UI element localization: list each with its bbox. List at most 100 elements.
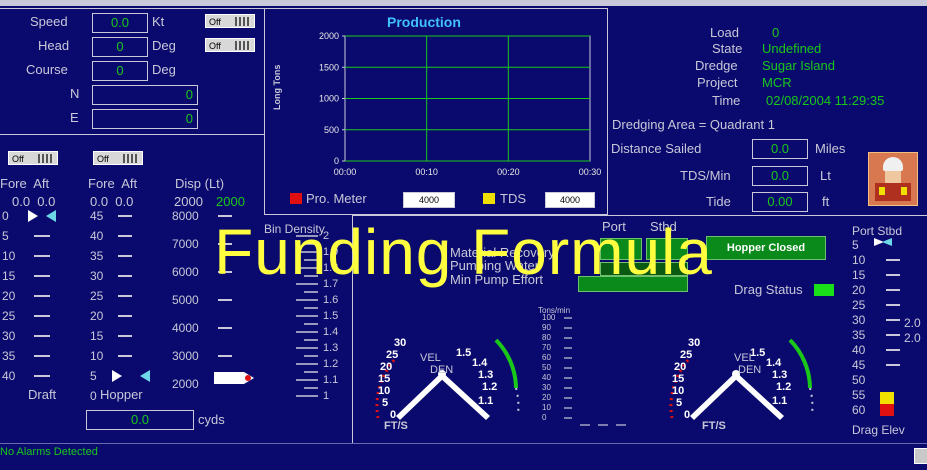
y-tick-label: 1000 xyxy=(319,94,339,104)
speed-toggle-label: Off xyxy=(209,17,221,27)
density-tick-label: 1.1 xyxy=(478,395,493,407)
tds-legend: TDS xyxy=(500,191,526,206)
bin-density-tick: 1.6 xyxy=(323,294,339,306)
tons-tick: 30 xyxy=(542,383,551,392)
project-label: Project xyxy=(697,75,738,90)
bin-density-tick: 1.2 xyxy=(323,358,339,370)
x-tick-label: 00:10 xyxy=(415,167,438,177)
hopper-toggle[interactable]: Off xyxy=(93,151,143,165)
port-den-label: DEN xyxy=(430,364,454,376)
course-field[interactable]: 0 xyxy=(92,61,148,81)
tds-scale-field[interactable]: 4000 xyxy=(545,192,595,208)
hopper-tick: 25 xyxy=(90,289,104,303)
drag-elev-label: Drag Elev xyxy=(852,423,905,437)
tide-field[interactable]: 0.00 xyxy=(752,192,808,212)
dredging-area: Dredging Area = Quadrant 1 xyxy=(612,117,775,132)
port-fts-label: FT/S xyxy=(384,420,408,432)
distance-unit: Miles xyxy=(815,141,846,156)
hopper-fore-marker-icon xyxy=(112,370,122,382)
distance-field[interactable]: 0.0 xyxy=(752,139,808,159)
drag-tick: 30 xyxy=(852,313,866,327)
pro-meter-scale-field[interactable]: 4000 xyxy=(403,192,455,208)
tons-tick: 100 xyxy=(542,313,556,322)
toggle-switch-icon xyxy=(235,41,251,50)
density-arc xyxy=(494,338,518,389)
density-tick-label: 1.3 xyxy=(478,369,493,381)
x-tick-label: 00:30 xyxy=(579,167,602,177)
draft-toggle[interactable]: Off xyxy=(8,151,58,165)
hopper-tick: 20 xyxy=(90,309,104,323)
disp-tick: 4000 xyxy=(172,321,199,335)
production-ylabel: Long Tons xyxy=(272,64,282,110)
velocity-tick-label: 10 xyxy=(672,385,684,397)
pro-meter-legend: Pro. Meter xyxy=(306,191,367,206)
alarm-status: No Alarms Detected xyxy=(0,446,98,458)
density-arc-ticks xyxy=(515,387,520,415)
disp-tick: 2000 xyxy=(172,377,199,391)
draft-fore-aft: Fore Aft xyxy=(0,176,50,191)
drag-tick: 50 xyxy=(852,373,866,387)
velocity-tick-label: 15 xyxy=(672,373,684,385)
drag-value-1: 2.0 xyxy=(904,316,921,330)
footer-icon[interactable] xyxy=(914,448,927,464)
tons-tick: 50 xyxy=(542,363,551,372)
y-tick-label: 500 xyxy=(324,125,339,135)
drag-value-2: 2.0 xyxy=(904,331,921,345)
tds-min-field[interactable]: 0.0 xyxy=(752,166,808,186)
speed-field[interactable]: 0.0 xyxy=(92,13,148,33)
velocity-needle xyxy=(690,372,740,420)
velocity-tick-label: 15 xyxy=(378,373,390,385)
dredge-label: Dredge xyxy=(695,58,738,73)
velocity-tick-label: 30 xyxy=(688,337,700,349)
head-toggle-label: Off xyxy=(209,41,221,51)
draft-tick: 35 xyxy=(2,349,16,363)
overlay-title: Funding Formula xyxy=(214,216,713,288)
hopper-fore-aft: Fore Aft xyxy=(88,176,138,191)
hopper-label: Hopper xyxy=(100,387,143,402)
velocity-tick-label: 0 xyxy=(684,409,690,421)
distance-label: Distance Sailed xyxy=(611,141,702,156)
n-field[interactable]: 0 xyxy=(92,85,198,105)
density-tick-label: 1.4 xyxy=(766,357,782,369)
tons-min-ticks xyxy=(564,317,626,426)
head-toggle[interactable]: Off xyxy=(205,38,255,52)
bin-density-tick: 1.3 xyxy=(323,342,339,354)
velocity-tick-label: 25 xyxy=(680,349,692,361)
bin-density-tick: 1.1 xyxy=(323,374,339,386)
status-bar xyxy=(0,443,927,470)
disp-label: Disp (Lt) xyxy=(175,176,225,191)
x-tick-label: 00:20 xyxy=(497,167,520,177)
tons-tick: 90 xyxy=(542,323,551,332)
speed-toggle[interactable]: Off xyxy=(205,14,255,28)
hopper-tick: 15 xyxy=(90,329,104,343)
hopper-aft-marker-icon xyxy=(140,370,150,382)
stbd-fts-label: FT/S xyxy=(702,420,726,432)
course-unit: Deg xyxy=(152,62,176,77)
drag-tick: 25 xyxy=(852,298,866,312)
port-vel-den-gauge: 3025201510501.51.41.31.21.1 xyxy=(375,337,520,421)
head-field[interactable]: 0 xyxy=(92,37,148,57)
cyds-field[interactable]: 0.0 xyxy=(86,410,194,430)
toggle-switch-icon xyxy=(38,154,54,163)
velocity-tick-label: 10 xyxy=(378,385,390,397)
e-field[interactable]: 0 xyxy=(92,109,198,129)
state-value: Undefined xyxy=(762,41,822,56)
tons-tick: 60 xyxy=(542,353,551,362)
drag-tick: 60 xyxy=(852,403,866,417)
pro-meter-swatch xyxy=(290,193,302,204)
drag-tick: 45 xyxy=(852,358,866,372)
draft-tick: 30 xyxy=(2,329,16,343)
density-arc-ticks xyxy=(809,387,814,415)
project-value: MCR xyxy=(762,75,792,90)
speed-label: Speed xyxy=(30,14,68,29)
dredge-value: Sugar Island xyxy=(762,58,835,73)
tons-tick: 80 xyxy=(542,333,551,342)
hopper-tick: 10 xyxy=(90,349,104,363)
cyds-unit: cyds xyxy=(198,412,225,427)
velocity-tick-label: 25 xyxy=(386,349,398,361)
e-label: E xyxy=(70,110,79,125)
time-value: 02/08/2004 11:29:35 xyxy=(766,93,885,108)
stbd-vel-den-gauge: 3025201510501.51.41.31.21.1 xyxy=(669,337,814,421)
tds-min-label: TDS/Min xyxy=(680,168,731,183)
density-tick-label: 1.5 xyxy=(456,347,471,359)
